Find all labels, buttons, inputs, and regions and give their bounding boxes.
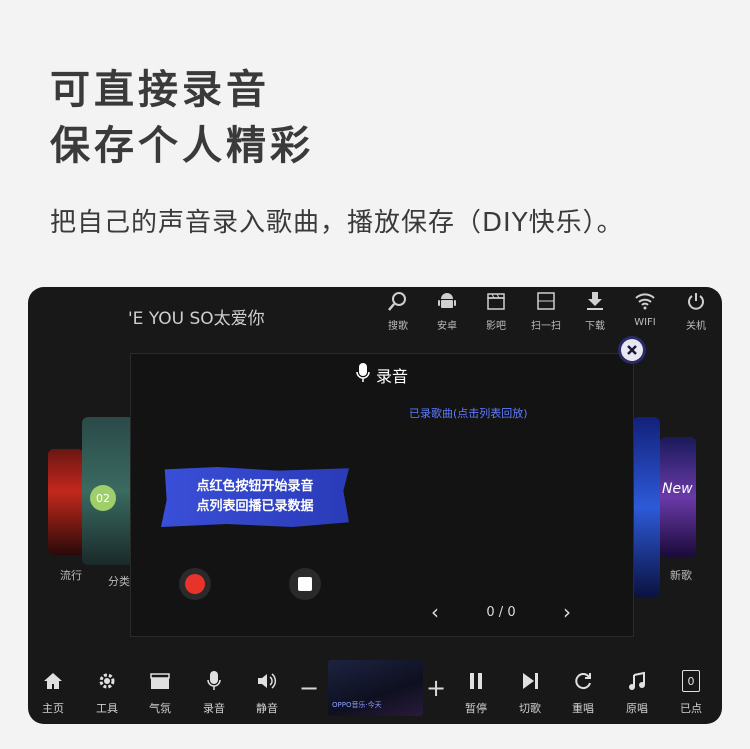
next-page-button[interactable]: › [563, 600, 571, 624]
top-nav-android[interactable]: 安卓 [425, 287, 469, 332]
new-badge-icon: New [662, 481, 693, 497]
home-icon [33, 668, 73, 694]
headline-line1: 可直接录音 [50, 67, 270, 113]
instruction-banner: 点红色按钮开始录音 点列表回播已录数据 [161, 467, 349, 527]
top-nav-scan[interactable]: 扫一扫 [524, 287, 568, 332]
close-icon [627, 345, 637, 355]
top-nav-download-label: 下载 [585, 321, 605, 332]
bottom-skip-label: 切歌 [519, 702, 541, 715]
scan-icon [524, 287, 568, 315]
queue-count-icon: 0 [671, 668, 711, 694]
pause-icon [456, 668, 496, 694]
stop-square-icon [298, 577, 312, 591]
side-card-right-far[interactable]: New [660, 437, 696, 557]
top-nav-scan-label: 扫一扫 [531, 321, 561, 332]
bottom-original[interactable]: 原唱 [617, 668, 657, 716]
top-nav-power[interactable]: 关机 [674, 287, 718, 332]
bottom-home[interactable]: 主页 [33, 668, 73, 716]
song-marquee: 'E YOU SO太爱你 [128, 309, 265, 329]
video-thumbnail[interactable]: OPPO音乐·今天 [328, 660, 423, 716]
stop-button[interactable] [289, 568, 321, 600]
instruction-line1: 点红色按钮开始录音 [196, 479, 314, 494]
bottom-mute-label: 静音 [256, 702, 278, 715]
wifi-icon [623, 287, 667, 315]
side-label-left2: 分类 [108, 575, 130, 588]
bottom-atmosphere[interactable]: 气氛 [140, 668, 180, 716]
record-dialog: 录音 已录歌曲(点击列表回放) 点红色按钮开始录音 点列表回播已录数据 ‹ 0 … [130, 353, 634, 637]
record-dot-icon [185, 574, 205, 594]
ktv-screen: 'E YOU SO太爱你 搜歌 安卓 影吧 扫一扫 下载 WIFI 关机 流行 … [28, 287, 722, 724]
bottom-pause-label: 暂停 [465, 702, 487, 715]
side-label-right1: 新歌 [670, 569, 692, 582]
bottom-queue-label: 已点 [680, 702, 702, 715]
gear-icon [87, 668, 127, 694]
top-nav-android-label: 安卓 [437, 321, 457, 332]
thumbnail-caption: OPPO音乐·今天 [332, 701, 382, 709]
clapper-icon [474, 287, 518, 315]
top-nav-power-label: 关机 [686, 321, 706, 332]
bottom-atmosphere-label: 气氛 [149, 702, 171, 715]
recorded-songs-label[interactable]: 已录歌曲(点击列表回放) [409, 405, 528, 421]
android-icon [425, 287, 469, 315]
bottom-record-label: 录音 [203, 702, 225, 715]
instruction-line2: 点列表回播已录数据 [196, 499, 314, 514]
top-nav-search[interactable]: 搜歌 [376, 287, 420, 332]
bottom-skip[interactable]: 切歌 [510, 668, 550, 716]
bottom-tools-label: 工具 [96, 702, 118, 715]
dialog-title-text: 录音 [375, 367, 408, 386]
power-icon [674, 287, 718, 315]
page-indicator: 0 / 0 [486, 604, 516, 620]
volume-down-button[interactable]: − [299, 674, 319, 702]
bottom-pause[interactable]: 暂停 [456, 668, 496, 716]
volume-up-button[interactable]: + [426, 674, 446, 702]
headline-line2: 保存个人精彩 [50, 123, 314, 169]
mic-icon [194, 668, 234, 694]
headline: 可直接录音 保存个人精彩 [50, 62, 314, 174]
pager: ‹ 0 / 0 › [431, 600, 571, 624]
close-dialog-button[interactable] [621, 339, 643, 361]
bottom-bar: 主页 工具 气氛 录音 静音 − OPPO音乐·今天 + 暂停 切歌 重唱 原唱… [28, 652, 722, 724]
side-card-left-far[interactable] [48, 449, 84, 555]
record-button[interactable] [179, 568, 211, 600]
side-label-left1: 流行 [60, 569, 82, 582]
top-nav-search-label: 搜歌 [388, 321, 408, 332]
search-icon [376, 287, 420, 315]
speaker-icon [247, 668, 287, 694]
side-card-left[interactable]: 02 [82, 417, 134, 565]
dialog-title: 录音 [131, 362, 633, 388]
top-nav-cinema-label: 影吧 [486, 321, 506, 332]
mic-icon [356, 362, 370, 388]
replay-icon [563, 668, 603, 694]
subline: 把自己的声音录入歌曲，播放保存（DIY快乐）。 [50, 208, 624, 238]
bottom-tools[interactable]: 工具 [87, 668, 127, 716]
top-nav-wifi[interactable]: WIFI [623, 287, 667, 328]
download-icon [573, 287, 617, 315]
bottom-original-label: 原唱 [626, 702, 648, 715]
atmosphere-icon [140, 668, 180, 694]
top-nav-wifi-label: WIFI [634, 317, 656, 328]
top-nav-cinema[interactable]: 影吧 [474, 287, 518, 332]
prev-page-button[interactable]: ‹ [431, 600, 439, 624]
queue-count: 0 [682, 670, 700, 692]
bottom-replay[interactable]: 重唱 [563, 668, 603, 716]
skip-icon [510, 668, 550, 694]
side-card-right[interactable] [632, 417, 660, 597]
bottom-mute[interactable]: 静音 [247, 668, 287, 716]
top-nav-download[interactable]: 下载 [573, 287, 617, 332]
note-icon [617, 668, 657, 694]
bottom-home-label: 主页 [42, 702, 64, 715]
category-badge-icon: 02 [90, 485, 116, 511]
bottom-replay-label: 重唱 [572, 702, 594, 715]
bottom-record[interactable]: 录音 [194, 668, 234, 716]
bottom-queue[interactable]: 0 已点 [671, 668, 711, 716]
